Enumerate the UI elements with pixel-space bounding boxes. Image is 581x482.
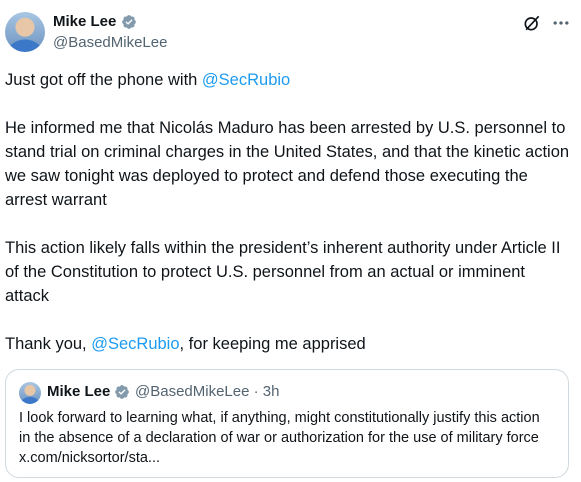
- quoted-post[interactable]: Mike Lee @BasedMikeLee · 3h I look forwa…: [5, 369, 569, 478]
- post-paragraph-3: This action likely falls within the pres…: [5, 239, 561, 305]
- quoted-author-handle-time: @BasedMikeLee · 3h: [135, 383, 280, 400]
- grok-icon[interactable]: [522, 13, 542, 33]
- quoted-post-text: I look forward to learning what, if anyt…: [19, 410, 540, 466]
- mention-secrubio[interactable]: @SecRubio: [202, 71, 290, 89]
- post-text: , for keeping me apprised: [179, 335, 366, 353]
- post-body: Just got off the phone with @SecRubio He…: [5, 68, 570, 380]
- post-text: Just got off the phone with: [5, 71, 202, 89]
- author-avatar[interactable]: [5, 12, 45, 52]
- quoted-author-name: Mike Lee: [47, 383, 111, 400]
- post-paragraph-1: Just got off the phone with @SecRubio: [5, 68, 570, 92]
- more-options-icon[interactable]: [551, 13, 571, 33]
- quoted-author-avatar: [19, 382, 41, 404]
- author-name[interactable]: Mike Lee: [53, 12, 116, 32]
- author-handle[interactable]: @BasedMikeLee: [53, 33, 167, 53]
- post-paragraph-4: Thank you, @SecRubio, for keeping me app…: [5, 332, 570, 356]
- verified-badge-icon: [122, 15, 136, 29]
- post-paragraph-2: He informed me that Nicolás Maduro has b…: [5, 119, 570, 209]
- post-text: Thank you,: [5, 335, 92, 353]
- verified-badge-icon: [115, 385, 129, 399]
- mention-secrubio[interactable]: @SecRubio: [91, 335, 179, 353]
